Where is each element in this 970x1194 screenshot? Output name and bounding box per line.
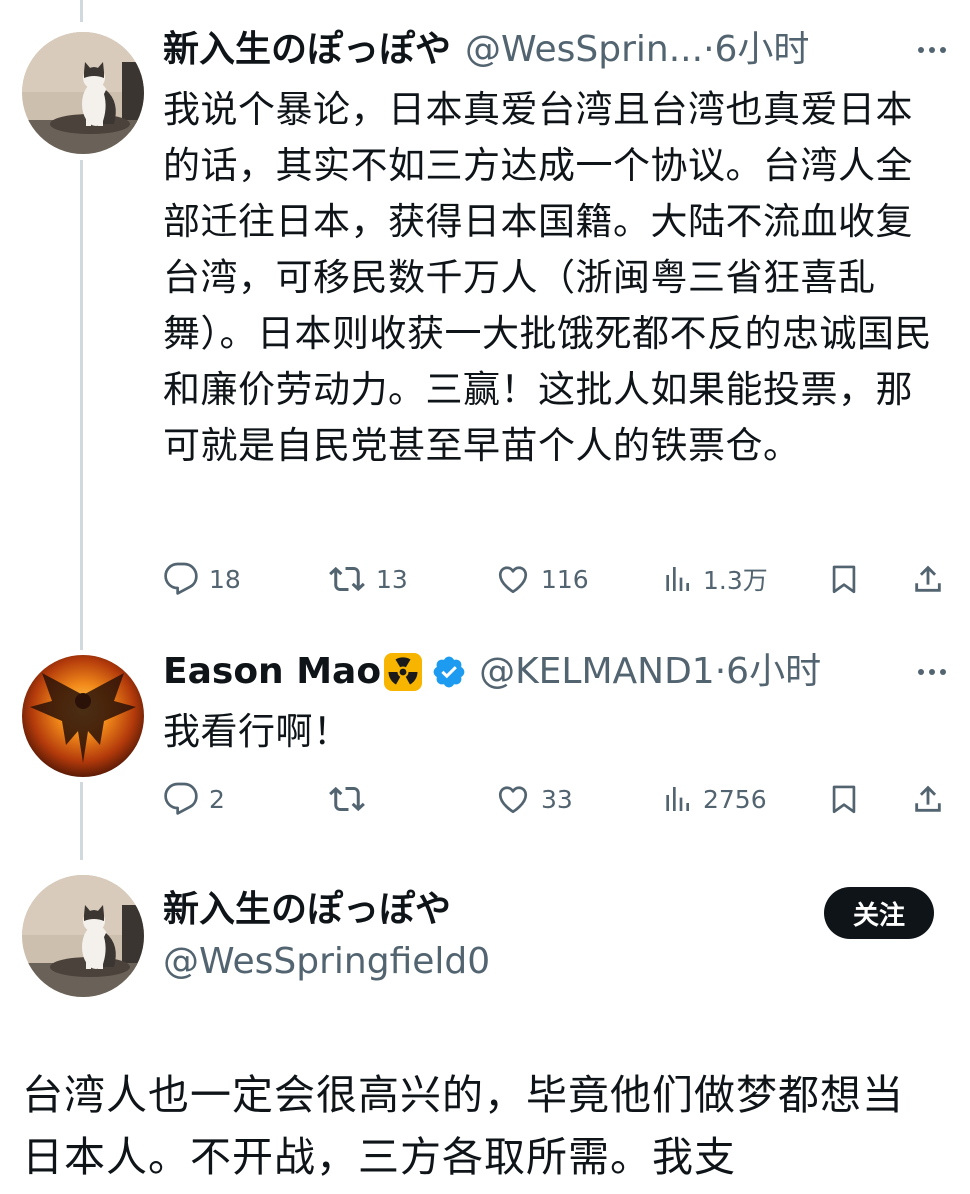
retweet-button[interactable]: 13 — [328, 557, 408, 601]
tweet-actions: 2 33 2756 — [163, 777, 953, 821]
timestamp[interactable]: ·6小时 — [703, 28, 809, 72]
author-name-row: 新入生のぽっぽや — [163, 888, 451, 932]
display-name[interactable]: 新入生のぽっぽや — [163, 888, 451, 932]
like-count: 116 — [541, 564, 589, 594]
tweet-header: 新入生のぽっぽや @WesSprin... ·6小时 — [163, 28, 809, 72]
reply-button[interactable]: 18 — [163, 557, 241, 601]
reply-icon — [164, 782, 198, 815]
bookmark-button[interactable] — [827, 557, 861, 601]
thread-line-top — [80, 0, 83, 22]
verified-badge-icon — [431, 654, 467, 690]
radioactive-emoji-icon — [383, 652, 423, 692]
tweet-header: Eason Mao @KELMAND1 ·6小时 — [163, 650, 821, 694]
cat-avatar-image — [22, 875, 144, 997]
avatar[interactable] — [22, 655, 144, 777]
thread-line-2 — [80, 782, 83, 860]
timestamp[interactable]: ·6小时 — [715, 650, 821, 694]
like-button[interactable]: 33 — [495, 777, 573, 821]
avatar[interactable] — [22, 32, 144, 154]
bookmark-icon — [832, 565, 856, 594]
user-handle[interactable]: @WesSprin... — [465, 28, 703, 72]
tweet-text: 台湾人也一定会很高兴的，毕竟他们做梦都想当日本人。不开战，三方各取所需。我支 — [22, 1071, 904, 1181]
more-icon[interactable] — [914, 654, 950, 690]
more-icon[interactable] — [914, 32, 950, 68]
tweet-text: 我看行啊！ — [163, 710, 351, 753]
reply-count: 2 — [209, 784, 225, 814]
views-count: 1.3万 — [703, 566, 768, 595]
avatar[interactable] — [22, 875, 144, 997]
thread-line-1 — [80, 160, 83, 650]
user-handle[interactable]: @WesSpringfield0 — [163, 940, 490, 984]
views-button[interactable]: 1.3万 — [661, 557, 768, 601]
views-button[interactable]: 2756 — [661, 777, 767, 821]
retweet-count: 13 — [376, 564, 408, 594]
reply-icon — [164, 562, 198, 595]
bookmark-button[interactable] — [827, 777, 861, 821]
like-count: 33 — [541, 784, 573, 814]
reply-button[interactable]: 2 — [163, 777, 225, 821]
heart-icon — [498, 566, 528, 594]
views-count: 2756 — [703, 784, 767, 814]
display-name[interactable]: Eason Mao — [163, 650, 381, 694]
display-name[interactable]: 新入生のぽっぽや — [163, 28, 451, 72]
share-button[interactable] — [911, 557, 945, 601]
follow-button[interactable]: 关注 — [824, 887, 934, 939]
like-button[interactable]: 116 — [495, 557, 589, 601]
views-icon — [666, 567, 689, 591]
share-icon — [915, 565, 941, 592]
reply-count: 18 — [209, 564, 241, 594]
retweet-button[interactable] — [328, 777, 376, 821]
share-icon — [915, 785, 941, 812]
bookmark-icon — [832, 785, 856, 814]
dragon-avatar-image — [22, 655, 144, 777]
author-handle-row: @WesSpringfield0 — [163, 940, 490, 984]
views-icon — [666, 787, 689, 811]
user-handle[interactable]: @KELMAND1 — [479, 650, 715, 694]
tweet-actions: 18 13 116 1.3万 — [163, 557, 953, 601]
share-button[interactable] — [911, 777, 945, 821]
tweet-text: 我说个暴论，日本真爱台湾且台湾也真爱日本的话，其实不如三方达成一个协议。台湾人全… — [163, 88, 932, 467]
retweet-icon — [329, 786, 365, 812]
heart-icon — [498, 786, 528, 814]
retweet-icon — [329, 566, 365, 592]
cat-avatar-image — [22, 32, 144, 154]
